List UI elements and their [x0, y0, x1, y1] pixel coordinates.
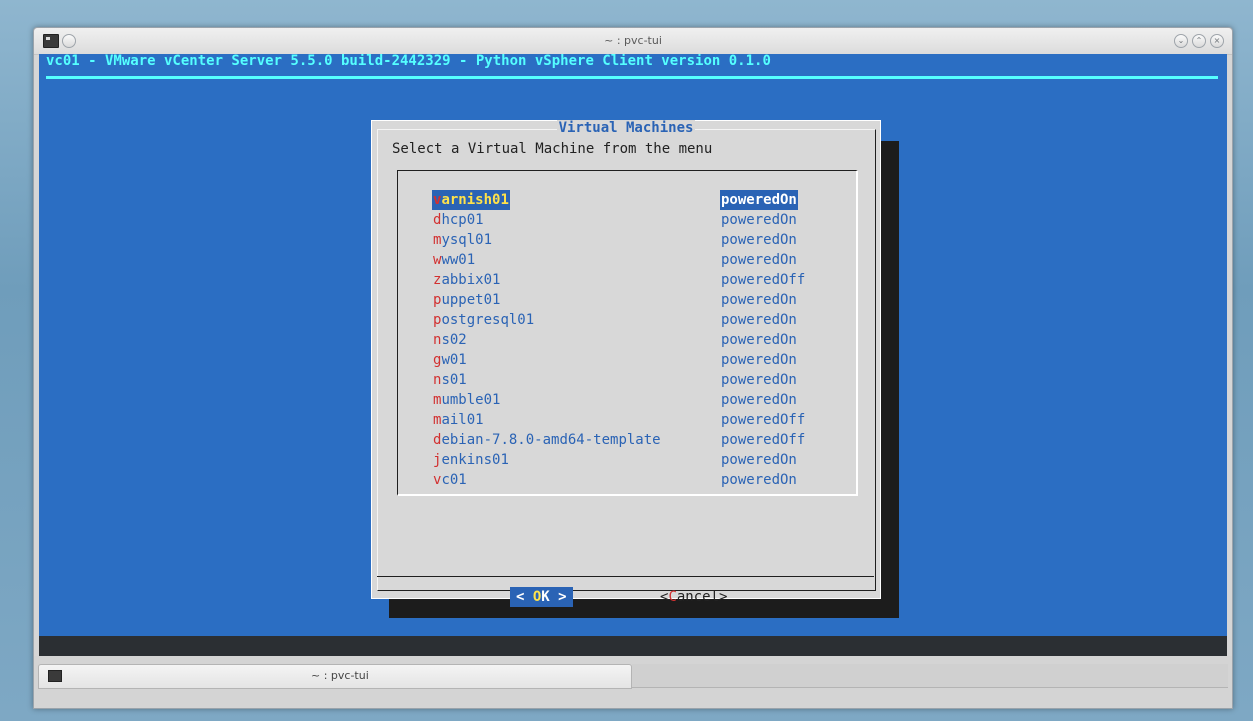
vm-power-state: poweredOn [721, 312, 797, 328]
header-divider [46, 76, 1218, 79]
vm-row[interactable]: gw01 poweredOn [433, 350, 848, 370]
button-separator [377, 576, 874, 577]
vm-power-state: poweredOn [721, 392, 797, 408]
vm-row[interactable]: dhcp01 poweredOn [433, 210, 848, 230]
ok-button[interactable]: < OK > [510, 587, 573, 607]
vm-power-state: poweredOn [721, 472, 797, 488]
vm-name-rest: hcp01 [441, 212, 484, 228]
vm-row[interactable]: mail01 poweredOff [433, 410, 848, 430]
vm-power-state: poweredOff [721, 432, 806, 448]
vm-row[interactable]: zabbix01 poweredOff [433, 270, 848, 290]
vm-name-rest: ebian-7.8.0-amd64-template [441, 432, 661, 448]
vm-list[interactable]: varnish01 poweredOn dhcp01 poweredOn mysql01… [432, 190, 848, 490]
vm-dialog: Virtual Machines Select a Virtual Machin… [371, 120, 881, 607]
vm-row[interactable]: puppet01 poweredOn [433, 290, 848, 310]
vm-name: zabbix01 [433, 270, 500, 290]
cancel-button[interactable]: <Cancel> [660, 587, 727, 607]
vm-name: mysql01 [433, 230, 492, 250]
vm-row[interactable]: mysql01 poweredOn [433, 230, 848, 250]
vm-name: mumble01 [433, 390, 500, 410]
vm-name-rest: ysql01 [441, 232, 493, 248]
tab-bar: ~ : pvc-tui [34, 656, 1232, 708]
maximize-icon[interactable]: ⌃ [1192, 34, 1206, 48]
vm-name: jenkins01 [433, 450, 509, 470]
vm-row[interactable]: mumble01 poweredOn [433, 390, 848, 410]
vm-name: ns02 [433, 330, 467, 350]
vm-row[interactable]: debian-7.8.0-amd64-template poweredOff [433, 430, 848, 450]
vm-name-rest: ostgresql01 [441, 312, 535, 328]
vm-name: debian-7.8.0-amd64-template [433, 430, 661, 450]
vm-name: varnish01 [432, 190, 510, 210]
vm-row[interactable]: varnish01 poweredOn [432, 190, 848, 210]
vm-power-state: poweredOn [721, 452, 797, 468]
vm-row[interactable]: jenkins01 poweredOn [433, 450, 848, 470]
dialog-title: Virtual Machines [556, 120, 696, 136]
vm-name-rest: w01 [441, 352, 467, 368]
vm-name-rest: ail01 [441, 412, 484, 428]
vm-power-state: poweredOn [721, 372, 797, 388]
vm-name: gw01 [433, 350, 467, 370]
vm-power-state: poweredOn [721, 352, 797, 368]
terminal-bottom-strip [39, 636, 1227, 656]
vm-name: ns01 [433, 370, 467, 390]
vcenter-header: vc01 - VMware vCenter Server 5.5.0 build… [46, 54, 771, 69]
window-title: ~ : pvc-tui [604, 34, 662, 47]
vm-name-rest: arnish01 [441, 192, 509, 208]
terminal-screen[interactable]: vc01 - VMware vCenter Server 5.5.0 build… [39, 54, 1227, 656]
vm-row[interactable]: vc01 poweredOn [433, 470, 848, 490]
vm-name: mail01 [433, 410, 484, 430]
vm-power-state: poweredOn [721, 212, 797, 228]
vm-row[interactable]: postgresql01 poweredOn [433, 310, 848, 330]
vm-name-rest: s01 [441, 372, 467, 388]
tab-pvc-tui[interactable]: ~ : pvc-tui [38, 664, 632, 689]
vm-name-rest: enkins01 [441, 452, 509, 468]
vm-power-state: poweredOff [721, 272, 806, 288]
vm-power-state: poweredOn [720, 190, 798, 210]
vm-name: vc01 [433, 470, 467, 490]
vm-power-state: poweredOn [721, 292, 797, 308]
vm-power-state: poweredOn [721, 252, 797, 268]
terminal-window: ~ : pvc-tui ⌄ ⌃ × vc01 - VMware vCenter … [33, 27, 1233, 709]
vm-name-rest: uppet01 [441, 292, 501, 308]
terminal-icon [48, 670, 62, 682]
vm-name-rest: abbix01 [441, 272, 501, 288]
window-titlebar[interactable]: ~ : pvc-tui ⌄ ⌃ × [34, 28, 1232, 55]
vm-name: dhcp01 [433, 210, 484, 230]
vm-name-rest: ww01 [441, 252, 476, 268]
vm-row[interactable]: ns01 poweredOn [433, 370, 848, 390]
vm-name-rest: c01 [441, 472, 467, 488]
vm-row[interactable]: ns02 poweredOn [433, 330, 848, 350]
vm-power-state: poweredOn [721, 232, 797, 248]
vm-power-state: poweredOn [721, 332, 797, 348]
vm-name-rest: s02 [441, 332, 467, 348]
vm-name: www01 [433, 250, 475, 270]
tab-bar-empty [632, 664, 1228, 688]
vm-row[interactable]: www01 poweredOn [433, 250, 848, 270]
vm-name-rest: umble01 [441, 392, 501, 408]
dialog-prompt: Select a Virtual Machine from the menu [392, 141, 713, 157]
tab-label: ~ : pvc-tui [311, 669, 369, 682]
close-icon[interactable]: × [1210, 34, 1224, 48]
vm-power-state: poweredOff [721, 412, 806, 428]
vm-name: postgresql01 [433, 310, 534, 330]
vm-name: puppet01 [433, 290, 500, 310]
vm-menu[interactable]: varnish01 poweredOn dhcp01 poweredOn mysql01… [397, 170, 858, 496]
minimize-icon[interactable]: ⌄ [1174, 34, 1188, 48]
